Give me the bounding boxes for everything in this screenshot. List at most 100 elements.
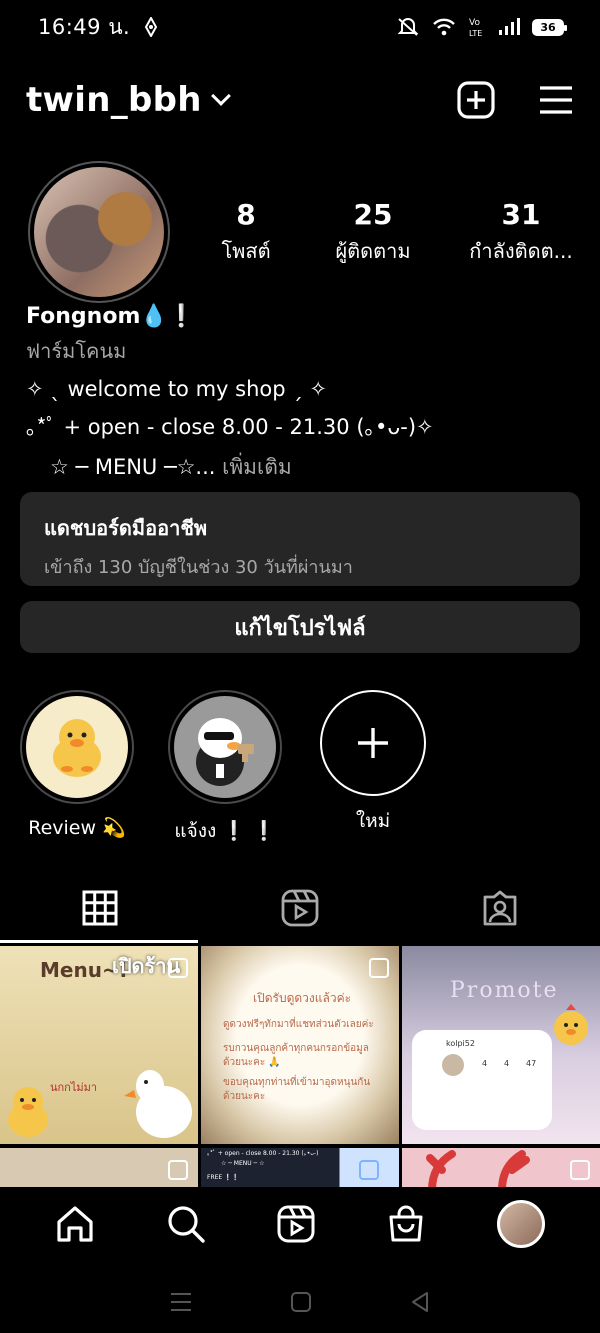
profile-avatar[interactable] [28, 161, 170, 303]
post-tile[interactable]: Promote kolpi52 4 4 47 [402, 946, 600, 1144]
wifi-icon [433, 18, 455, 36]
following-label: กำลังติดต... [469, 238, 573, 263]
followers-label: ผู้ติดตาม [335, 238, 411, 263]
highlight-announce[interactable]: แจ้งง ❕ ❕ [166, 690, 284, 846]
post-tile[interactable]: เปิดรับดูดวงแล้วค่ะ ดูดวงฟรีๆทักมาที่แชท… [201, 946, 399, 1144]
profile-tabs [0, 870, 600, 946]
post-tile[interactable]: ｡*ﾟ + open - close 8.00 - 21.30 (｡•ᴗ-) ☆… [201, 1148, 399, 1190]
bio-line-2: ｡*ﾟ + open - close 8.00 - 21.30 (｡•ᴗ-)✧ [26, 415, 434, 439]
chevron-down-icon[interactable] [210, 86, 231, 106]
home-button-icon[interactable] [290, 1291, 312, 1313]
grid-icon [82, 890, 118, 926]
dashboard-title: แดชบอร์ดมืออาชีพ [44, 516, 208, 540]
bio-line-3: ☆ ─ MENU ─☆... เพิ่มเติม [26, 451, 586, 484]
bio-line-1: ✧ ˎ welcome to my shop ˏ ✧ [26, 377, 328, 401]
goose-sticker-icon [124, 1070, 192, 1138]
preview-avatar [442, 1054, 464, 1076]
profile-category: ฟาร์มโคนม [26, 339, 127, 363]
profile-tab-avatar[interactable] [496, 1200, 545, 1248]
reel-indicator-icon [570, 1160, 590, 1180]
status-bar: 16:49 น. Vo LTE 36 [0, 0, 600, 54]
header-actions [456, 80, 574, 120]
post-text: FREE ❕❕ [207, 1174, 240, 1181]
active-tab-indicator [0, 940, 198, 943]
reels-icon [281, 889, 319, 927]
post-tile[interactable] [402, 1148, 600, 1190]
bio-line-3-text: ☆ ─ MENU ─☆... [50, 455, 216, 479]
post-text: รบกวนคุณลูกค้าทุกคนกรอกข้อมูลด้วยนะคะ 🙏 [223, 1043, 369, 1068]
highlight-review[interactable]: Review 💫 [18, 690, 136, 846]
home-icon[interactable] [55, 1204, 95, 1244]
profile-header: twin_bbh [0, 70, 600, 130]
profile-bio: Fongnom💧❕ ฟาร์มโคนม ✧ ˎ welcome to my sh… [26, 304, 586, 484]
reels-nav-icon[interactable] [276, 1204, 316, 1244]
edit-profile-button[interactable]: แก้ไขโปรไฟล์ [20, 601, 580, 653]
profile-summary: 8 โพสต์ 25 ผู้ติดตาม 31 กำลังติดต... [28, 161, 588, 303]
highlight-new[interactable]: ใหม่ [314, 690, 432, 846]
highlight-label: ใหม่ [355, 810, 391, 832]
back-icon[interactable] [409, 1291, 431, 1313]
story-highlights: Review 💫 แจ้งง ❕ ❕ ใหม่ [18, 690, 432, 846]
following-count: 31 [501, 197, 541, 231]
tagged-person-icon [483, 890, 517, 926]
status-icons: Vo LTE 36 [396, 16, 567, 38]
tab-posts-grid[interactable] [0, 870, 200, 946]
post-text: Promote [450, 978, 559, 1003]
post-text: ｡*ﾟ + open - close 8.00 - 21.30 (｡•ᴗ-) [207, 1150, 319, 1157]
highlight-ring [168, 690, 282, 804]
chick-sticker-icon [554, 1004, 588, 1045]
bottom-navigation [0, 1187, 600, 1261]
reel-indicator-icon [369, 958, 389, 978]
tab-reels[interactable] [200, 870, 400, 946]
cool-duck-icon [174, 696, 276, 798]
plus-icon [358, 728, 388, 758]
search-icon[interactable] [166, 1204, 206, 1244]
highlight-label: Review 💫 [28, 817, 126, 839]
dashboard-subtitle: เข้าถึง 130 บัญชีในช่วง 30 วันที่ผ่านมา [44, 557, 353, 578]
post-tile[interactable]: Menu~! เปิดร้าน นกกไม่มา [0, 946, 198, 1144]
tab-tagged[interactable] [400, 870, 600, 946]
battery-level: 36 [540, 20, 556, 34]
highlight-label: แจ้งง ❕ ❕ [174, 820, 276, 842]
post-text: ☆ ─ MENU ─ ☆ [221, 1160, 265, 1167]
reel-indicator-icon [359, 1160, 379, 1180]
following-stat[interactable]: 31 กำลังติดต... [458, 198, 584, 267]
duck-sticker-icon [8, 1087, 48, 1137]
location-icon [145, 17, 158, 37]
status-time-group: 16:49 น. [38, 11, 158, 44]
status-time: 16:49 น. [38, 14, 131, 39]
system-navigation [0, 1270, 600, 1333]
recents-icon[interactable] [169, 1291, 193, 1313]
profile-preview-card: kolpi52 4 4 47 [412, 1030, 552, 1130]
posts-stat[interactable]: 8 โพสต์ [204, 198, 288, 267]
post-text: ดูดวงฟรีๆทักมาที่แชทส่วนตัวเลยค่ะ [223, 1019, 374, 1030]
bio-more-link[interactable]: เพิ่มเติม [222, 455, 292, 479]
followers-count: 25 [353, 197, 393, 231]
post-tile[interactable] [0, 1148, 198, 1190]
antlers-icon [426, 1150, 530, 1190]
shop-icon[interactable] [386, 1204, 426, 1244]
create-post-icon[interactable] [456, 80, 496, 120]
username-switcher[interactable]: twin_bbh [26, 80, 202, 120]
svg-text:LTE: LTE [469, 29, 482, 38]
mute-icon [397, 18, 419, 36]
preview-username: kolpi52 [446, 1039, 475, 1048]
new-highlight-ring [320, 690, 426, 796]
preview-stat: 47 [526, 1059, 537, 1068]
volte-icon: VoLTE [469, 18, 482, 38]
signal-icon [499, 18, 520, 35]
posts-count: 8 [236, 197, 256, 231]
display-name: Fongnom💧❕ [26, 304, 196, 329]
professional-dashboard[interactable]: แดชบอร์ดมืออาชีพ เข้าถึง 130 บัญชีในช่วง… [20, 492, 580, 586]
svg-text:Vo: Vo [469, 18, 480, 28]
post-text: เปิดรับดูดวงแล้วค่ะ [253, 991, 352, 1005]
avatar-image [34, 167, 164, 297]
menu-icon[interactable] [538, 84, 574, 116]
followers-stat[interactable]: 25 ผู้ติดตาม [288, 198, 458, 267]
battery-icon: 36 [532, 18, 567, 36]
posts-label: โพสต์ [221, 238, 271, 263]
reel-indicator-icon [168, 958, 188, 978]
preview-stat: 4 [482, 1059, 488, 1068]
preview-stat: 4 [504, 1059, 510, 1068]
profile-stats: 8 โพสต์ 25 ผู้ติดตาม 31 กำลังติดต... [204, 198, 584, 267]
